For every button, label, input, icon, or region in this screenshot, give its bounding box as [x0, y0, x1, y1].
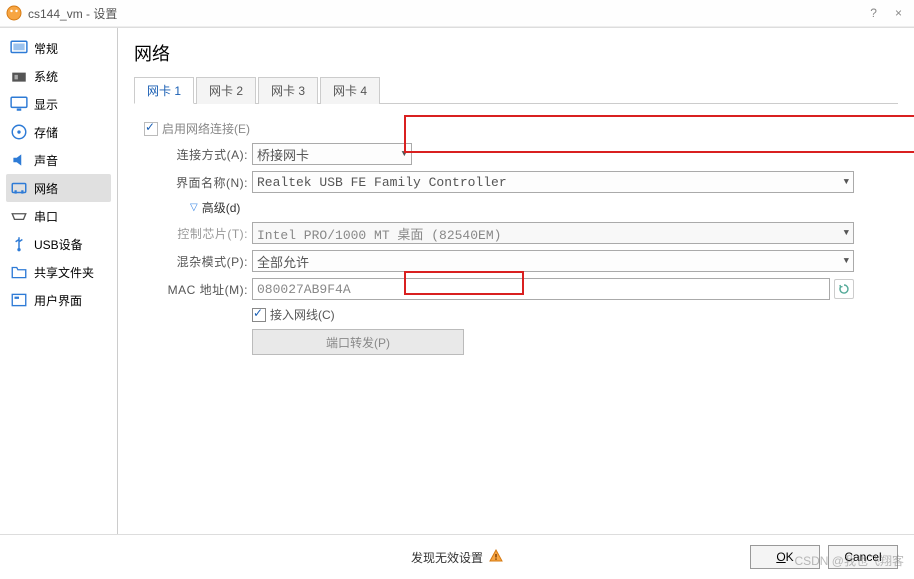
usb-icon — [10, 235, 28, 253]
sidebar-item-label: 显示 — [34, 96, 58, 113]
name-label: 界面名称(N): — [144, 174, 252, 191]
enable-checkbox[interactable] — [144, 122, 158, 136]
attached-label: 连接方式(A): — [144, 146, 252, 163]
promisc-value: 全部允许 — [257, 252, 309, 271]
footer-message-text: 发现无效设置 — [411, 549, 483, 566]
sidebar-item-label: 常规 — [34, 40, 58, 57]
sidebar-item-label: 系统 — [34, 68, 58, 85]
sidebar-item-general[interactable]: 常规 — [6, 34, 111, 62]
row-enable: 启用网络连接(E) — [144, 120, 880, 137]
caret-down-icon: ▼ — [844, 228, 849, 238]
form-area: 启用网络连接(E) 连接方式(A): 桥接网卡 ▼ 界面名称(N): Realt… — [134, 104, 880, 355]
tabs: 网卡 1 网卡 2 网卡 3 网卡 4 — [134, 76, 898, 104]
network-icon — [10, 179, 28, 197]
title-bar: cs144_vm - 设置 ? × — [0, 0, 914, 27]
tab-adapter-2[interactable]: 网卡 2 — [196, 77, 256, 104]
chip-label: 控制芯片(T): — [144, 225, 252, 242]
attached-combo[interactable]: 桥接网卡 ▼ — [252, 143, 412, 165]
cable-label: 接入网线(C) — [270, 306, 335, 323]
name-combo[interactable]: Realtek USB FE Family Controller ▼ — [252, 171, 854, 193]
cable-checkbox[interactable] — [252, 308, 266, 322]
close-button[interactable]: × — [895, 6, 902, 20]
sidebar-item-label: 网络 — [34, 180, 58, 197]
window-title: cs144_vm - 设置 — [28, 5, 870, 22]
caret-down-icon: ▼ — [402, 149, 407, 159]
window-body: 常规 系统 显示 存储 声音 网络 — [0, 27, 914, 534]
ui-icon — [10, 291, 28, 309]
display-icon — [10, 95, 28, 113]
caret-down-icon: ▼ — [844, 256, 849, 266]
ok-button[interactable]: OK — [750, 545, 820, 569]
row-name: 界面名称(N): Realtek USB FE Family Controlle… — [144, 171, 880, 193]
caret-down-icon: ▼ — [844, 177, 849, 187]
mac-label: MAC 地址(M): — [144, 281, 252, 298]
warning-icon — [489, 549, 503, 566]
sidebar-item-display[interactable]: 显示 — [6, 90, 111, 118]
tab-adapter-3[interactable]: 网卡 3 — [258, 77, 318, 104]
serial-icon — [10, 207, 28, 225]
chip-combo: Intel PRO/1000 MT 桌面 (82540EM) ▼ — [252, 222, 854, 244]
sidebar-item-serial[interactable]: 串口 — [6, 202, 111, 230]
footer-message: 发现无效设置 — [411, 549, 503, 566]
sidebar-item-label: 存储 — [34, 124, 58, 141]
general-icon — [10, 39, 28, 57]
sidebar: 常规 系统 显示 存储 声音 网络 — [0, 28, 118, 534]
tab-adapter-4[interactable]: 网卡 4 — [320, 77, 380, 104]
sidebar-item-system[interactable]: 系统 — [6, 62, 111, 90]
sidebar-item-label: 串口 — [34, 208, 58, 225]
sidebar-item-audio[interactable]: 声音 — [6, 146, 111, 174]
promisc-label: 混杂模式(P): — [144, 253, 252, 270]
row-chip: 控制芯片(T): Intel PRO/1000 MT 桌面 (82540EM) … — [144, 222, 880, 244]
name-value: Realtek USB FE Family Controller — [257, 175, 507, 190]
sidebar-item-ui[interactable]: 用户界面 — [6, 286, 111, 314]
row-mac: MAC 地址(M): — [144, 278, 880, 300]
advanced-label: 高级(d) — [202, 199, 241, 216]
chip-value: Intel PRO/1000 MT 桌面 (82540EM) — [257, 224, 501, 243]
footer-buttons: OK Cancel — [750, 545, 898, 569]
help-button[interactable]: ? — [870, 6, 877, 20]
enable-label: 启用网络连接(E) — [162, 120, 250, 137]
cancel-button[interactable]: Cancel — [828, 545, 898, 569]
row-promisc: 混杂模式(P): 全部允许 ▼ — [144, 250, 880, 272]
sidebar-item-usb[interactable]: USB设备 — [6, 230, 111, 258]
port-forward-button[interactable]: 端口转发(P) — [252, 329, 464, 355]
audio-icon — [10, 151, 28, 169]
sidebar-item-label: 用户界面 — [34, 292, 82, 309]
attached-value: 桥接网卡 — [257, 145, 309, 164]
sidebar-item-label: 共享文件夹 — [34, 264, 94, 281]
row-advanced[interactable]: ▽ 高级(d) — [144, 199, 880, 216]
page-title: 网络 — [134, 40, 898, 66]
tab-adapter-1[interactable]: 网卡 1 — [134, 77, 194, 104]
content-area: 网络 网卡 1 网卡 2 网卡 3 网卡 4 启用网络连接(E) 连接方式(A)… — [118, 28, 914, 534]
footer: 发现无效设置 OK Cancel — [0, 534, 914, 579]
sidebar-item-network[interactable]: 网络 — [6, 174, 111, 202]
mac-refresh-button[interactable] — [834, 279, 854, 299]
storage-icon — [10, 123, 28, 141]
shared-folder-icon — [10, 263, 28, 281]
sidebar-item-label: 声音 — [34, 152, 58, 169]
window-controls: ? × — [870, 6, 908, 20]
settings-window: cs144_vm - 设置 ? × 常规 系统 显示 存储 — [0, 0, 914, 577]
sidebar-item-storage[interactable]: 存储 — [6, 118, 111, 146]
sidebar-item-shared[interactable]: 共享文件夹 — [6, 258, 111, 286]
app-icon — [6, 5, 22, 21]
row-cable: 接入网线(C) — [144, 306, 880, 323]
system-icon — [10, 67, 28, 85]
promisc-combo[interactable]: 全部允许 ▼ — [252, 250, 854, 272]
row-attached: 连接方式(A): 桥接网卡 ▼ — [144, 143, 880, 165]
mac-input[interactable] — [252, 278, 830, 300]
sidebar-item-label: USB设备 — [34, 236, 83, 253]
expand-triangle-icon: ▽ — [190, 202, 198, 213]
